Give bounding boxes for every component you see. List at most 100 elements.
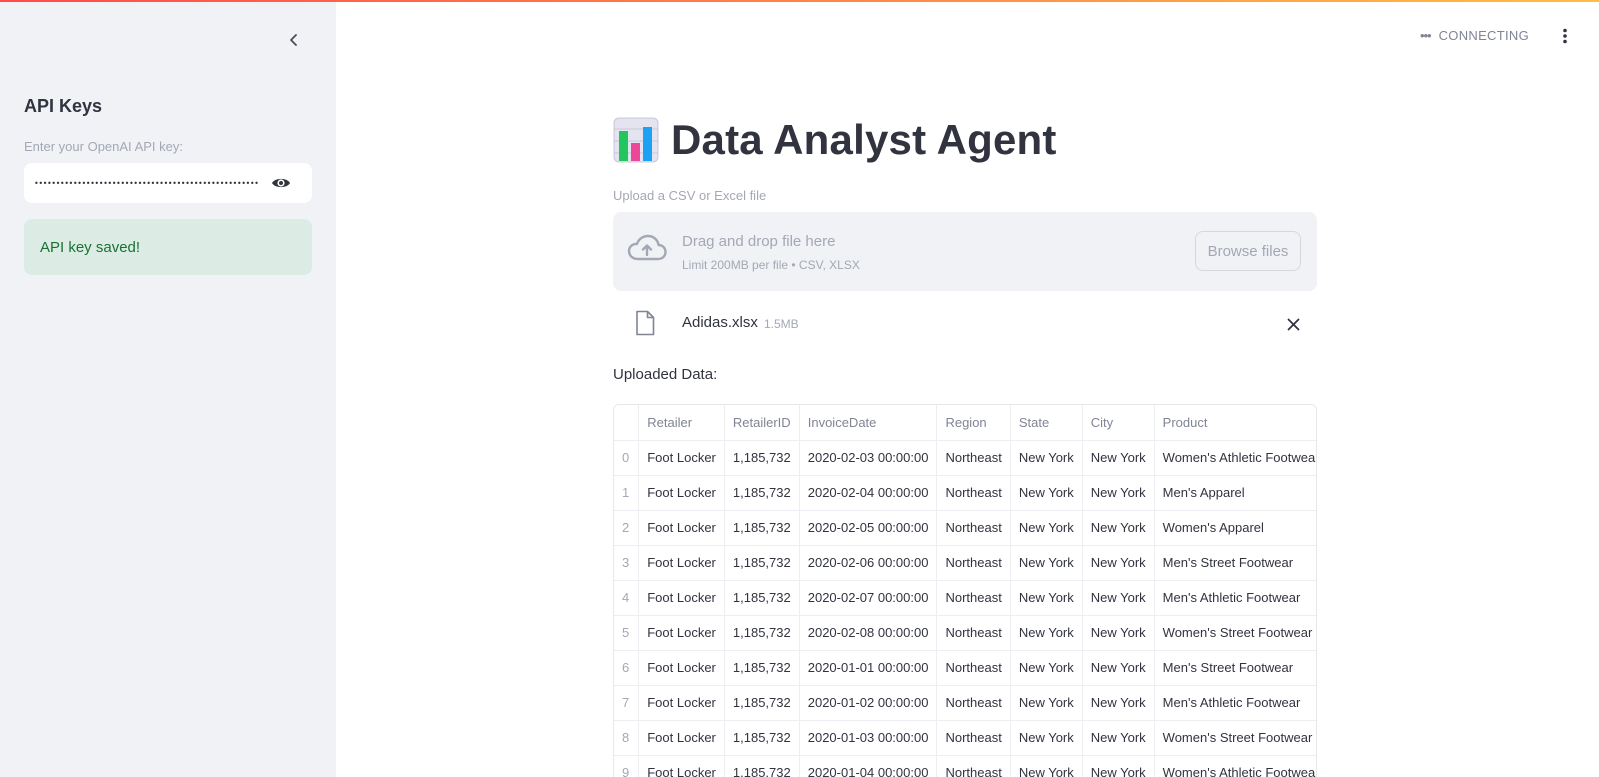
success-alert: API key saved!	[24, 219, 312, 275]
table-cell[interactable]: New York	[1082, 580, 1155, 616]
table-cell[interactable]: 2020-02-08 00:00:00	[799, 615, 938, 651]
row-index: 9	[614, 755, 640, 777]
column-header[interactable]: Retailer	[638, 405, 725, 441]
page-title: Data Analyst Agent	[671, 116, 1057, 163]
table-cell[interactable]: New York	[1010, 755, 1083, 777]
table-cell[interactable]: Northeast	[936, 720, 1011, 756]
table-cell[interactable]: 1,185,732	[724, 545, 800, 581]
index-column-header[interactable]	[614, 405, 640, 441]
table-cell[interactable]: Foot Locker	[638, 580, 725, 616]
api-key-input[interactable]	[34, 178, 266, 188]
table-cell[interactable]: 2020-02-05 00:00:00	[799, 510, 938, 546]
table-row: 3 Foot Locker 1,185,732 2020-02-06 00:00:00…	[614, 545, 1316, 581]
table-cell[interactable]: New York	[1010, 545, 1083, 581]
column-header[interactable]: InvoiceDate	[799, 405, 938, 441]
data-table[interactable]: Retailer RetailerID InvoiceDate Region State…	[613, 404, 1317, 777]
cloud-upload-icon	[627, 234, 667, 261]
table-cell[interactable]: 1,185,732	[724, 580, 800, 616]
table-cell[interactable]: 2020-02-06 00:00:00	[799, 545, 938, 581]
table-cell[interactable]: New York	[1082, 475, 1155, 511]
row-index: 6	[614, 650, 640, 686]
table-cell[interactable]: 1,185,732	[724, 685, 800, 721]
connection-status: ••• CONNECTING	[1420, 28, 1529, 43]
table-cell[interactable]: Northeast	[936, 685, 1011, 721]
table-cell[interactable]: 1,185,732	[724, 720, 800, 756]
table-cell[interactable]: 2020-01-03 00:00:00	[799, 720, 938, 756]
table-cell[interactable]: New York	[1082, 615, 1155, 651]
column-header[interactable]: RetailerID	[724, 405, 800, 441]
table-cell[interactable]: Men's Athletic Footwear	[1154, 580, 1316, 616]
table-cell[interactable]: Foot Locker	[638, 720, 725, 756]
table-cell[interactable]: Men's Apparel	[1154, 475, 1316, 511]
table-cell[interactable]: New York	[1010, 615, 1083, 651]
success-message: API key saved!	[40, 238, 141, 256]
row-index: 2	[614, 510, 640, 546]
table-cell[interactable]: Northeast	[936, 650, 1011, 686]
sidebar: API Keys Enter your OpenAI API key: API …	[0, 0, 336, 777]
table-cell[interactable]: Foot Locker	[638, 440, 725, 476]
table-cell[interactable]: New York	[1010, 650, 1083, 686]
table-cell[interactable]: New York	[1082, 685, 1155, 721]
table-cell[interactable]: Foot Locker	[638, 475, 725, 511]
table-cell[interactable]: Northeast	[936, 440, 1011, 476]
table-cell[interactable]: Women's Apparel	[1154, 510, 1316, 546]
table-cell[interactable]: 1,185,732	[724, 755, 800, 777]
table-cell[interactable]: New York	[1010, 440, 1083, 476]
dataframe: Retailer RetailerID InvoiceDate Region State…	[614, 405, 1316, 777]
column-header[interactable]: State	[1010, 405, 1083, 441]
dropzone-title: Drag and drop file here	[682, 233, 836, 250]
table-cell[interactable]: New York	[1010, 720, 1083, 756]
table-cell[interactable]: 1,185,732	[724, 440, 800, 476]
table-cell[interactable]: Northeast	[936, 510, 1011, 546]
main-menu-button[interactable]	[1553, 24, 1577, 48]
table-cell[interactable]: New York	[1010, 685, 1083, 721]
table-cell[interactable]: Northeast	[936, 615, 1011, 651]
remove-file-button[interactable]	[1283, 314, 1303, 334]
toggle-visibility-button[interactable]	[270, 173, 292, 193]
table-cell[interactable]: Men's Athletic Footwear	[1154, 685, 1316, 721]
table-cell[interactable]: 1,185,732	[724, 510, 800, 546]
table-cell[interactable]: Northeast	[936, 580, 1011, 616]
table-cell[interactable]: New York	[1082, 650, 1155, 686]
table-cell[interactable]: New York	[1010, 580, 1083, 616]
column-header[interactable]: Region	[936, 405, 1011, 441]
table-cell[interactable]: Foot Locker	[638, 615, 725, 651]
table-cell[interactable]: New York	[1010, 475, 1083, 511]
table-cell[interactable]: New York	[1082, 720, 1155, 756]
table-cell[interactable]: Northeast	[936, 545, 1011, 581]
table-cell[interactable]: Northeast	[936, 755, 1011, 777]
table-cell[interactable]: 2020-02-07 00:00:00	[799, 580, 938, 616]
table-cell[interactable]: Foot Locker	[638, 755, 725, 777]
table-cell[interactable]: Men's Street Footwear	[1154, 545, 1316, 581]
table-cell[interactable]: Foot Locker	[638, 685, 725, 721]
table-cell[interactable]: 2020-01-04 00:00:00	[799, 755, 938, 777]
file-dropzone[interactable]: Drag and drop file here Limit 200MB per …	[613, 212, 1317, 291]
table-cell[interactable]: New York	[1082, 755, 1155, 777]
table-cell[interactable]: New York	[1082, 440, 1155, 476]
table-cell[interactable]: Foot Locker	[638, 650, 725, 686]
row-index: 1	[614, 475, 640, 511]
table-cell[interactable]: New York	[1082, 545, 1155, 581]
table-cell[interactable]: 1,185,732	[724, 650, 800, 686]
table-cell[interactable]: 2020-01-02 00:00:00	[799, 685, 938, 721]
table-cell[interactable]: 2020-02-04 00:00:00	[799, 475, 938, 511]
table-cell[interactable]: Women's Street Footwear	[1154, 720, 1316, 756]
table-cell[interactable]: Foot Locker	[638, 545, 725, 581]
table-cell[interactable]: New York	[1082, 510, 1155, 546]
table-cell[interactable]: 1,185,732	[724, 615, 800, 651]
table-cell[interactable]: New York	[1010, 510, 1083, 546]
collapse-sidebar-button[interactable]	[282, 28, 306, 52]
table-cell[interactable]: Foot Locker	[638, 510, 725, 546]
table-cell[interactable]: 1,185,732	[724, 475, 800, 511]
table-cell[interactable]: Northeast	[936, 475, 1011, 511]
column-header[interactable]: City	[1082, 405, 1155, 441]
table-cell[interactable]: Women's Athletic Footwear	[1154, 755, 1316, 777]
column-header[interactable]: Product	[1154, 405, 1316, 441]
table-cell[interactable]: Women's Street Footwear	[1154, 615, 1316, 651]
table-cell[interactable]: 2020-02-03 00:00:00	[799, 440, 938, 476]
file-icon	[636, 310, 655, 336]
table-cell[interactable]: Men's Street Footwear	[1154, 650, 1316, 686]
table-cell[interactable]: Women's Athletic Footwear	[1154, 440, 1316, 476]
table-cell[interactable]: 2020-01-01 00:00:00	[799, 650, 938, 686]
browse-files-button[interactable]: Browse files	[1195, 231, 1301, 271]
